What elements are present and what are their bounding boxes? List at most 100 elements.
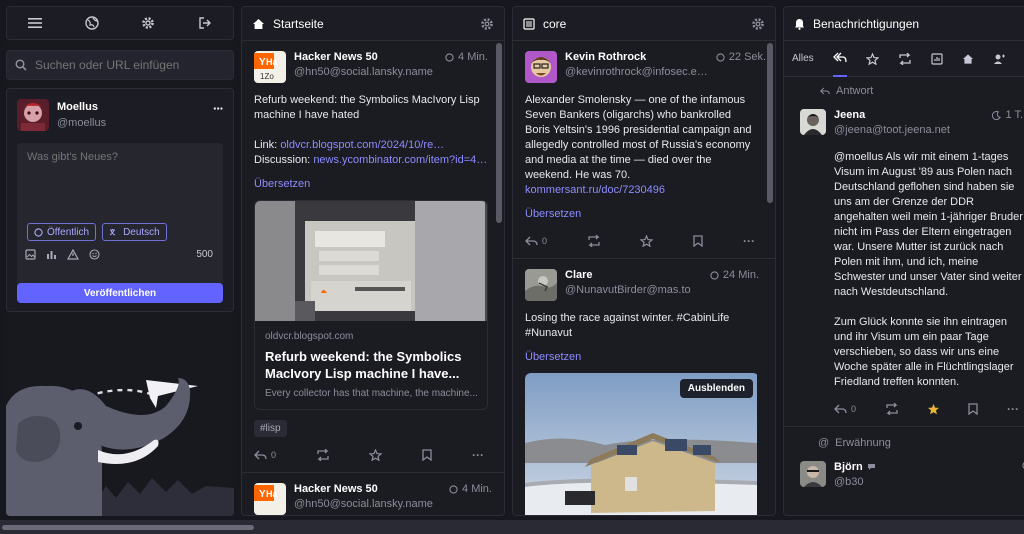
avatar[interactable] (800, 109, 826, 135)
core-column-header: core (513, 7, 775, 41)
language-button[interactable]: Deutsch (102, 223, 167, 241)
tab-statuses[interactable] (962, 53, 974, 65)
scrollbar-thumb[interactable] (2, 525, 254, 530)
more-button[interactable]: ··· (472, 448, 484, 462)
tab-all[interactable]: Alles (792, 53, 814, 64)
globe-icon (716, 52, 725, 62)
tab-mentions[interactable] (832, 41, 847, 77)
favourite-button-active[interactable] (927, 403, 940, 415)
post[interactable]: Clare @NunavutBirder@mas.to 24 Min. Losi… (513, 259, 775, 515)
avatar[interactable] (17, 99, 49, 131)
post-time[interactable]: 1 T. (992, 109, 1023, 121)
image-icon[interactable] (25, 249, 36, 260)
hide-media-button[interactable]: Ausblenden (679, 379, 753, 398)
post-text: Alexander Smolensky — one of the infamou… (525, 94, 752, 181)
post-link[interactable]: kommersant.ru/doc/7230496 (525, 184, 665, 196)
post-link[interactable]: oldvcr.blogspot.com/2024/10/re… (280, 139, 444, 151)
poll-icon[interactable] (46, 249, 57, 260)
post[interactable]: Y Ha Hacker News 50 @hn50@social.lansky.n… (242, 473, 504, 515)
more-options-button[interactable]: ··· (213, 101, 224, 116)
boost-button[interactable] (885, 403, 899, 415)
post-actions: 0 ··· (834, 402, 1023, 416)
tab-favourites[interactable] (865, 52, 879, 65)
logout-icon[interactable] (198, 16, 212, 30)
scrollbar[interactable] (767, 43, 773, 203)
translate-link[interactable]: Übersetzen (254, 178, 310, 190)
notification-type: Erwähnung (835, 437, 891, 449)
search-box[interactable] (6, 50, 234, 80)
avatar[interactable]: Y Ha (254, 483, 286, 515)
author-name[interactable]: Clare (565, 269, 691, 281)
post-text: Refurb weekend: the Symbolics MacIvory L… (254, 94, 480, 121)
time-label: 4 Min. (458, 51, 488, 63)
horizontal-scrollbar[interactable] (0, 520, 1024, 534)
more-button[interactable]: ··· (743, 234, 755, 248)
post-time[interactable]: 4 Min. (445, 51, 488, 63)
notification-filter-tabs: Alles (784, 41, 1024, 77)
bookmark-button[interactable] (693, 235, 703, 247)
reply-count: 0 (271, 450, 277, 460)
post-time[interactable]: 22 Sek. (716, 51, 766, 63)
translate-icon (109, 228, 119, 237)
globe-icon[interactable] (85, 16, 99, 30)
boost-button[interactable] (316, 449, 330, 461)
favourite-button[interactable] (369, 449, 383, 461)
post[interactable]: Y Ha 1Zo Hacker News 50 @hn50@social.lansk… (242, 41, 504, 473)
favourite-button[interactable] (640, 235, 654, 247)
post-time[interactable]: 4 Min. (449, 483, 492, 495)
discussion-label: Discussion: (254, 154, 311, 166)
globe-icon (449, 484, 458, 494)
compose-column: Moellus @moellus ··· Öffentlich Deutsch (6, 6, 234, 516)
avatar[interactable] (525, 51, 557, 83)
globe-icon (34, 227, 43, 237)
bookmark-button[interactable] (422, 449, 432, 461)
gear-icon[interactable] (141, 16, 155, 30)
mention-link[interactable]: @moellus (834, 151, 883, 163)
reply-button[interactable]: 0 (834, 404, 856, 414)
tab-polls[interactable] (931, 52, 943, 65)
tab-follows[interactable] (993, 53, 1005, 65)
emoji-icon[interactable] (89, 249, 100, 260)
notification-item[interactable]: @ Erwähnung Björn @b30 (784, 427, 1024, 498)
reply-button[interactable]: 0 (525, 236, 547, 246)
scrollbar[interactable] (496, 43, 502, 223)
settings-icon[interactable] (480, 17, 494, 31)
notification-item[interactable]: Antwort Jeena @jeena@toot.jeena.net 1 T.… (784, 77, 1024, 427)
avatar[interactable]: Y Ha 1Zo (254, 51, 286, 83)
author-name[interactable]: Kevin Rothrock (565, 51, 708, 63)
settings-icon[interactable] (751, 17, 765, 31)
warning-icon[interactable] (67, 249, 79, 260)
avatar[interactable] (525, 269, 557, 301)
author-handle: @jeena@toot.jeena.net (834, 124, 950, 136)
publish-button[interactable]: Veröffentlichen (17, 283, 223, 303)
bookmark-button[interactable] (968, 403, 979, 415)
link-label: Link: (254, 139, 278, 151)
compose-input[interactable] (27, 151, 213, 211)
translate-link[interactable]: Übersetzen (525, 208, 581, 220)
author-name[interactable]: Jeena (834, 109, 950, 121)
reply-count: 0 (542, 236, 548, 246)
author-name[interactable]: Hacker News 50 (294, 483, 433, 495)
hashtag[interactable]: #lisp (254, 420, 287, 437)
home-column: Startseite Y Ha 1Zo Hacker News 50 @hn50@s… (241, 6, 505, 516)
author-name[interactable]: Björn (834, 461, 863, 473)
author-name[interactable]: Hacker News 50 (294, 51, 433, 63)
language-label: Deutsch (123, 226, 160, 238)
search-input[interactable] (35, 58, 215, 72)
time-label: 4 Min. (462, 483, 492, 495)
preview-description: Every collector has that machine, the ma… (265, 388, 477, 399)
reply-button[interactable]: 0 (254, 450, 276, 460)
post[interactable]: Kevin Rothrock @kevinrothrock@infosec.e…… (513, 41, 775, 259)
visibility-button[interactable]: Öffentlich (27, 223, 97, 241)
avatar[interactable] (800, 461, 826, 487)
post-image[interactable]: Ausblenden (525, 373, 759, 515)
translate-link[interactable]: Übersetzen (525, 351, 581, 363)
tab-boosts[interactable] (898, 52, 912, 65)
menu-icon[interactable] (28, 17, 43, 29)
discussion-link[interactable]: news.ycombinator.com/item?id=4… (313, 154, 487, 166)
post-body: Alexander Smolensky — one of the infamou… (525, 93, 759, 198)
boost-button[interactable] (587, 235, 601, 247)
post-time[interactable]: 24 Min. (710, 269, 759, 281)
link-preview-card[interactable]: oldvcr.blogspot.com Refurb weekend: the … (254, 200, 488, 410)
more-button[interactable]: ··· (1007, 402, 1019, 416)
